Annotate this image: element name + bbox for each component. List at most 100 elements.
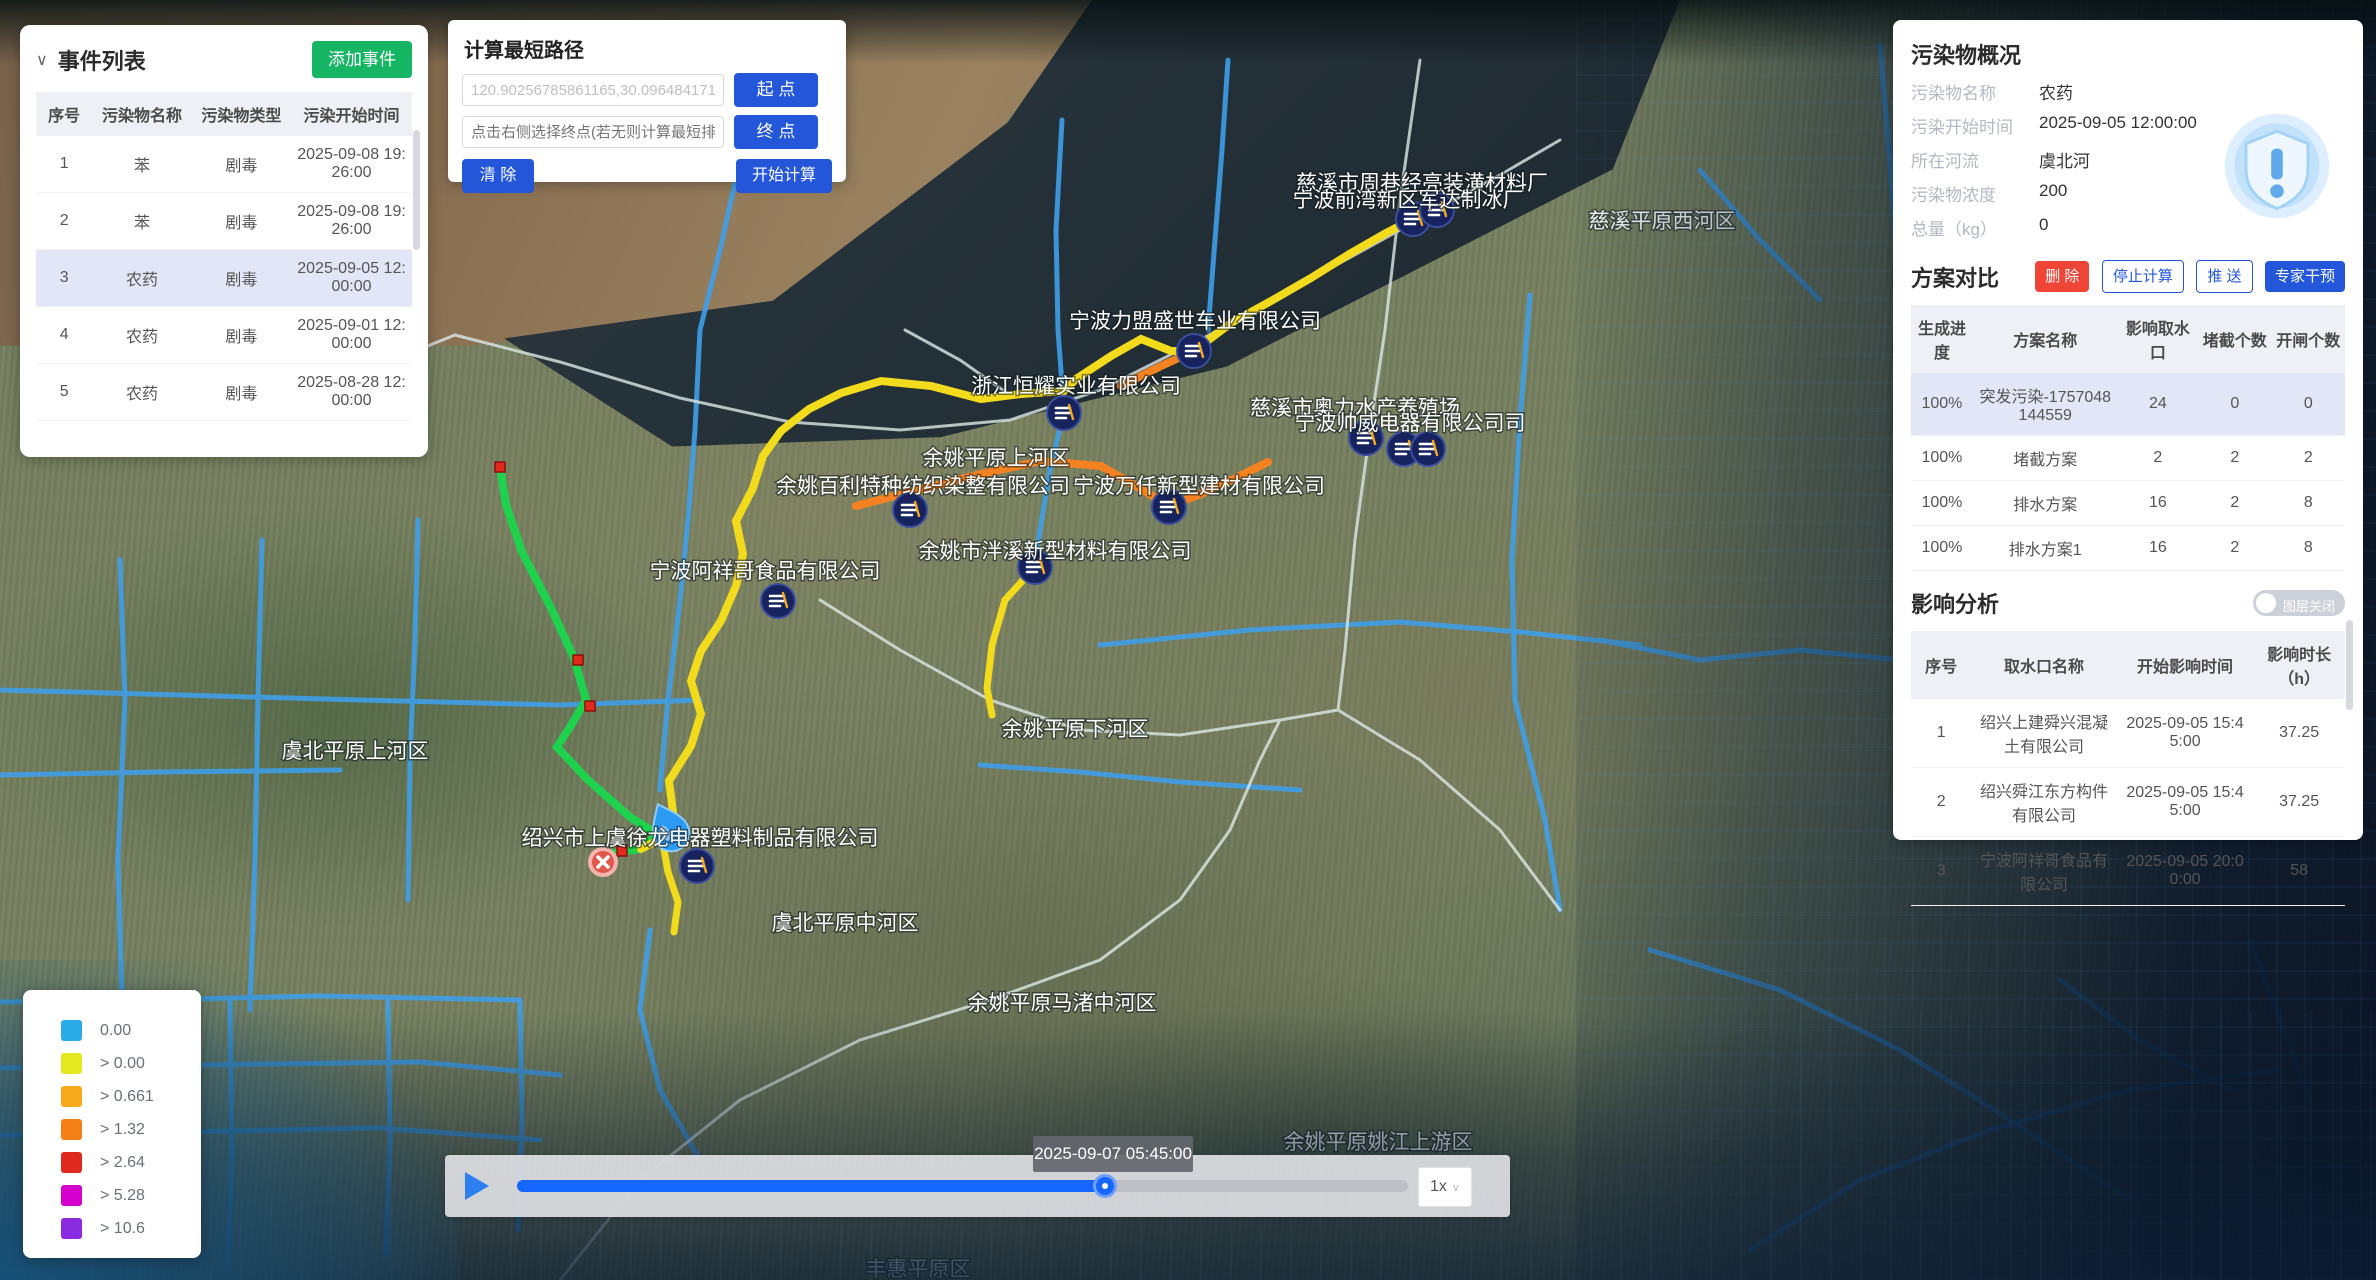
timeline-track[interactable] xyxy=(517,1180,1408,1192)
col-header: 序号 xyxy=(36,92,92,136)
legend-swatch xyxy=(61,1020,82,1041)
col-header: 取水口名称 xyxy=(1971,631,2117,699)
start-point-button[interactable]: 起 点 xyxy=(734,73,818,107)
cell: 排水方案 xyxy=(1973,481,2118,526)
cell: 0 xyxy=(2272,373,2345,436)
table-row-selected[interactable]: 3 农药 剧毒 2025-09-05 12:00:00 xyxy=(36,250,412,307)
speed-value: 1x xyxy=(1430,1178,1447,1196)
legend-swatch xyxy=(61,1218,82,1239)
legend-swatch xyxy=(61,1185,82,1206)
legend-item: > 1.32 xyxy=(61,1113,201,1146)
cell: 2 xyxy=(2198,481,2271,526)
stop-calc-button[interactable]: 停止计算 xyxy=(2102,260,2184,293)
collapse-chevron-icon[interactable]: ∨ xyxy=(36,50,48,70)
map-label: 虞北平原上河区 xyxy=(282,740,429,763)
push-button[interactable]: 推 送 xyxy=(2196,260,2252,293)
cell: 4 xyxy=(36,307,92,364)
scrollbar[interactable] xyxy=(413,130,420,250)
cell: 宁波阿祥哥食品有限公司 xyxy=(1971,837,2117,906)
cell: 2 xyxy=(2118,436,2199,481)
start-calc-button[interactable]: 开始计算 xyxy=(736,159,832,193)
cell: 0 xyxy=(2198,373,2271,436)
legend-item: > 5.28 xyxy=(61,1179,201,1212)
pollution-monitoring-app: { "event_panel": { "title": "事件列表", "col… xyxy=(0,0,2376,1280)
cell: 100% xyxy=(1911,436,1973,481)
cell: 2025-09-05 20:00:00 xyxy=(2117,837,2253,906)
table-row-selected[interactable]: 100% 突发污染-1757048144559 24 0 0 xyxy=(1911,373,2345,436)
playback-speed-select[interactable]: 1x ∨ xyxy=(1418,1167,1472,1207)
analysis-panel: 污染物概况 污染物名称农药 污染开始时间2025-09-05 12:00:00 … xyxy=(1893,20,2363,840)
cell: 16 xyxy=(2118,526,2199,571)
cell: 突发污染-1757048144559 xyxy=(1973,373,2118,436)
sluice-gate-markers[interactable] xyxy=(680,193,1454,883)
timeline-progress xyxy=(517,1180,1105,1192)
map-label: 余姚平原上河区 xyxy=(923,447,1070,470)
legend-label: > 0.661 xyxy=(100,1088,154,1106)
cell: 苯 xyxy=(92,136,191,193)
field-label: 污染物浓度 xyxy=(1911,181,2039,206)
table-row[interactable]: 1 绍兴上建舜兴混凝土有限公司 2025-09-05 15:45:00 37.2… xyxy=(1911,699,2345,768)
table-row[interactable]: 1 苯 剧毒 2025-09-08 19:26:00 xyxy=(36,136,412,193)
cell: 剧毒 xyxy=(192,364,291,421)
cell: 5 xyxy=(36,364,92,421)
legend-item: > 2.64 xyxy=(61,1146,201,1179)
col-header: 生成进度 xyxy=(1911,305,1973,373)
plan-compare-title: 方案对比 xyxy=(1911,261,1999,293)
map-label: 余姚平原下河区 xyxy=(1002,718,1149,741)
cell: 堵截方案 xyxy=(1973,436,2118,481)
cell: 剧毒 xyxy=(192,307,291,364)
scrollbar[interactable] xyxy=(2346,620,2353,710)
cell: 8 xyxy=(2272,481,2345,526)
legend-item: > 10.6 xyxy=(61,1212,201,1245)
table-row[interactable]: 2 绍兴舜江东方构件有限公司 2025-09-05 15:45:00 37.25 xyxy=(1911,768,2345,837)
impact-analysis-table: 序号 取水口名称 开始影响时间 影响时长（h） 1 绍兴上建舜兴混凝土有限公司 … xyxy=(1911,631,2345,906)
table-row[interactable]: 100% 堵截方案 2 2 2 xyxy=(1911,436,2345,481)
cell: 剧毒 xyxy=(192,250,291,307)
alert-shield-icon xyxy=(2219,108,2335,229)
col-header: 开闸个数 xyxy=(2272,305,2345,373)
cell: 2 xyxy=(2198,436,2271,481)
field-value: 农药 xyxy=(2039,79,2073,104)
cell: 2025-09-05 15:45:00 xyxy=(2117,699,2253,768)
cell: 剧毒 xyxy=(192,193,291,250)
legend-label: > 0.00 xyxy=(100,1055,145,1073)
col-header: 污染物名称 xyxy=(92,92,191,136)
map-label: 宁波万仟新型建材有限公司 xyxy=(1073,475,1325,498)
cell: 1 xyxy=(36,136,92,193)
legend-label: > 1.32 xyxy=(100,1121,145,1139)
col-header: 堵截个数 xyxy=(2198,305,2271,373)
start-point-input[interactable] xyxy=(462,74,724,106)
map-label: 宁波帅威电器有限公司司 xyxy=(1295,412,1526,435)
end-point-button[interactable]: 终 点 xyxy=(734,115,818,149)
table-row[interactable]: 100% 排水方案1 16 2 8 xyxy=(1911,526,2345,571)
table-row[interactable]: 3 宁波阿祥哥食品有限公司 2025-09-05 20:00:00 58 xyxy=(1911,837,2345,906)
field-label: 总量（kg） xyxy=(1911,215,2039,240)
timeline-player: 1x ∨ xyxy=(445,1155,1510,1217)
table-row[interactable]: 4 农药 剧毒 2025-09-01 12:00:00 xyxy=(36,307,412,364)
table-row[interactable]: 100% 排水方案 16 2 8 xyxy=(1911,481,2345,526)
end-point-input[interactable] xyxy=(462,116,724,148)
breakpoint-markers[interactable] xyxy=(495,462,671,856)
legend-item: 0.00 xyxy=(61,1014,201,1047)
expert-intervene-button[interactable]: 专家干预 xyxy=(2265,261,2345,292)
add-event-button[interactable]: 添加事件 xyxy=(312,41,412,78)
delete-button[interactable]: 删 除 xyxy=(2035,261,2089,292)
impact-analysis-title: 影响分析 xyxy=(1911,587,1999,619)
play-button[interactable] xyxy=(465,1172,489,1200)
table-row[interactable]: 5 农药 剧毒 2025-08-28 12:00:00 xyxy=(36,364,412,421)
timeline-tooltip: 2025-09-07 05:45:00 xyxy=(1033,1136,1193,1172)
table-row[interactable]: 2 苯 剧毒 2025-09-08 19:26:00 xyxy=(36,193,412,250)
col-header: 方案名称 xyxy=(1973,305,2118,373)
col-header: 开始影响时间 xyxy=(2117,631,2253,699)
toggle-knob xyxy=(2256,593,2276,613)
closed-gate-x-marker[interactable] xyxy=(590,849,616,875)
map-label: 余姚市泮溪新型材料有限公司 xyxy=(919,540,1192,563)
layer-toggle[interactable]: 图层关闭 xyxy=(2253,590,2345,616)
legend-swatch xyxy=(61,1053,82,1074)
timeline-handle[interactable] xyxy=(1093,1174,1117,1198)
clear-button[interactable]: 清 除 xyxy=(462,159,534,193)
legend-swatch xyxy=(61,1086,82,1107)
cell: 100% xyxy=(1911,481,1973,526)
field-value: 0 xyxy=(2039,215,2048,240)
cell: 2 xyxy=(2198,526,2271,571)
